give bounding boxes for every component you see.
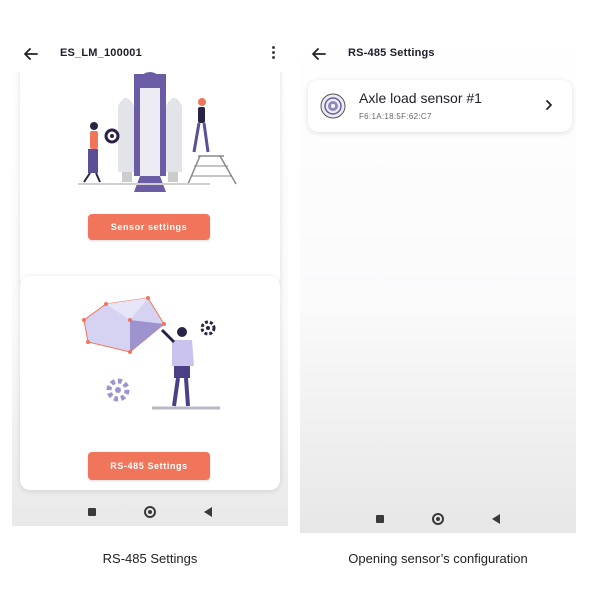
right-system-nav-bar (300, 505, 576, 533)
rocket-illustration (78, 72, 237, 192)
page-title: ES_LM_100001 (60, 47, 142, 59)
sensor-settings-button[interactable]: Sensor settings (88, 214, 210, 240)
rs485-settings-card: RS-485 Settings (20, 276, 280, 490)
nav-recents-icon[interactable] (88, 508, 96, 516)
back-arrow-icon[interactable] (22, 45, 40, 63)
page-title: RS-485 Settings (348, 47, 435, 59)
sensor-name: Axle load sensor #1 (359, 90, 482, 106)
right-caption: Opening sensor’s configuration (348, 551, 528, 566)
left-phone-screen: Sensor settings RS-485 Settings ES_LM_10… (12, 36, 288, 526)
nav-home-icon[interactable] (432, 513, 444, 525)
left-caption: RS-485 Settings (102, 551, 198, 566)
left-system-nav-bar (12, 498, 288, 526)
back-arrow-icon[interactable] (310, 45, 328, 63)
sensor-settings-card: Sensor settings (20, 66, 280, 288)
sensor-mac-address: F6:1A:18:5F:62:C7 (359, 112, 432, 121)
chevron-right-icon (546, 100, 552, 110)
sensor-list-item[interactable]: Axle load sensor #1 F6:1A:18:5F:62:C7 (308, 80, 572, 132)
rs485-settings-button[interactable]: RS-485 Settings (88, 452, 210, 480)
more-vert-icon[interactable] (272, 46, 276, 60)
sensor-icon (320, 93, 346, 119)
right-app-bar: RS-485 Settings (300, 36, 576, 72)
nav-recents-icon[interactable] (376, 515, 384, 523)
nav-back-icon[interactable] (492, 514, 500, 524)
cube-illustration (82, 296, 220, 410)
right-phone-screen: RS-485 Settings Axle load sensor #1 F6:1… (300, 36, 576, 533)
left-app-bar: ES_LM_100001 (12, 36, 288, 72)
nav-home-icon[interactable] (144, 506, 156, 518)
nav-back-icon[interactable] (204, 507, 212, 517)
